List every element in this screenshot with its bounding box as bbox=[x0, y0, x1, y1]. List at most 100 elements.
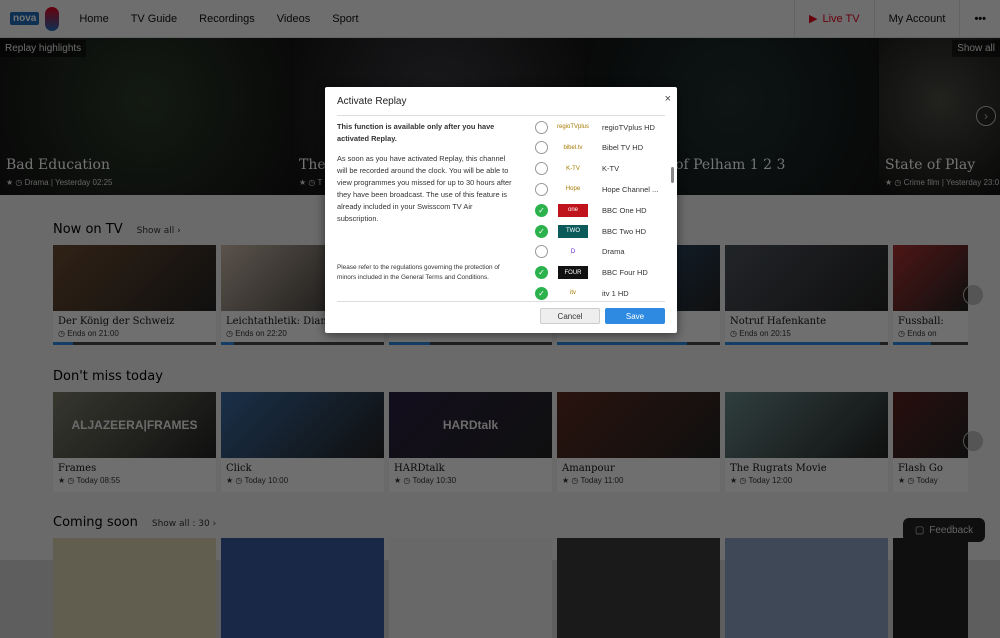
unchecked-radio[interactable] bbox=[535, 120, 548, 134]
unchecked-radio[interactable] bbox=[535, 245, 548, 259]
card-thumbnail bbox=[221, 392, 384, 458]
channel-name: regioTVplus HD bbox=[602, 122, 655, 132]
channel-logo: K-TV bbox=[566, 165, 580, 172]
feedback-label: Feedback bbox=[929, 524, 974, 536]
progress-bar bbox=[389, 342, 552, 345]
card-meta: ◷ Ends on bbox=[898, 329, 937, 338]
now-on-tv-next-arrow-icon[interactable]: › bbox=[963, 285, 983, 305]
now_on_tv-card[interactable]: Der König der Schweiz ◷ Ends on 21:00 bbox=[53, 245, 216, 345]
checked-icon[interactable]: ✓ bbox=[535, 266, 548, 280]
now-on-tv-show-all[interactable]: Show all › bbox=[137, 226, 181, 236]
unchecked-radio[interactable] bbox=[535, 141, 548, 155]
save-button[interactable]: Save bbox=[605, 308, 665, 324]
hero-item-meta: ★ ◷ Crime film | Yesterday 23:0 bbox=[885, 178, 1000, 187]
nova-logo: nova bbox=[10, 12, 40, 25]
body-text: As soon as you have activated Replay, th… bbox=[337, 154, 512, 223]
play-icon: ▶ bbox=[809, 13, 818, 25]
dont_miss-card[interactable]: ALJAZEERA|FRAMES Frames ★ ◷ Today 08:55 bbox=[53, 392, 216, 492]
channel-row[interactable]: ✓ one BBC One HD bbox=[535, 202, 647, 218]
card-meta: ★ ◷ Today 08:55 bbox=[58, 476, 121, 485]
card-title: HARDtalk bbox=[394, 463, 445, 474]
thumbnail-caption: HARDtalk bbox=[442, 418, 499, 432]
nav-tv-guide[interactable]: TV Guide bbox=[131, 13, 177, 25]
dont_miss-card[interactable]: Amanpour ★ ◷ Today 11:00 bbox=[557, 392, 720, 492]
checked-icon[interactable]: ✓ bbox=[535, 224, 548, 238]
card-meta: ◷ Ends on 20:15 bbox=[730, 329, 791, 338]
logo[interactable]: nova bbox=[10, 6, 60, 31]
now_on_tv-card[interactable]: Notruf Hafenkante ◷ Ends on 20:15 bbox=[725, 245, 888, 345]
checked-icon[interactable]: ✓ bbox=[535, 203, 548, 217]
channel-row[interactable]: ✓ TWO BBC Two HD bbox=[535, 223, 646, 239]
card-title: Der König der Schweiz bbox=[58, 316, 175, 327]
hero-show-all-link[interactable]: Show all bbox=[952, 40, 1000, 57]
channel-row[interactable]: D Drama bbox=[535, 244, 625, 260]
now_on_tv-card[interactable]: Fussball: ◷ Ends on bbox=[893, 245, 968, 345]
card-thumbnail bbox=[893, 392, 968, 458]
nav-videos[interactable]: Videos bbox=[277, 13, 310, 25]
coming-soon-card[interactable] bbox=[389, 538, 552, 638]
channel-row[interactable]: ✓ itv itv 1 HD bbox=[535, 285, 629, 301]
nav-recordings[interactable]: Recordings bbox=[199, 13, 255, 25]
chat-bubble-icon: ▢ bbox=[914, 524, 925, 536]
nav-sport[interactable]: Sport bbox=[332, 13, 358, 25]
dont_miss-card[interactable]: HARDtalk HARDtalk ★ ◷ Today 10:30 bbox=[389, 392, 552, 492]
coming-soon-title: Coming soon bbox=[53, 515, 138, 530]
hero-item[interactable]: Bad Education ★ ◷ Drama | Yesterday 02:25 bbox=[0, 38, 292, 195]
card-title: The Rugrats Movie bbox=[730, 463, 827, 474]
channel-row[interactable]: regioTVplus regioTVplus HD bbox=[535, 119, 655, 135]
activate-replay-dialog: Activate Replay × This function is avail… bbox=[325, 87, 677, 333]
checked-icon[interactable]: ✓ bbox=[535, 286, 548, 300]
swisscom-logo-icon bbox=[45, 6, 60, 31]
dont_miss-card[interactable]: Click ★ ◷ Today 10:00 bbox=[221, 392, 384, 492]
card-title: Frames bbox=[58, 463, 97, 474]
replay-highlights-label: Replay highlights bbox=[0, 40, 87, 57]
channel-logo: Hope bbox=[565, 186, 581, 193]
card-thumbnail bbox=[557, 392, 720, 458]
channel-name: Hope Channel ... bbox=[602, 184, 659, 194]
top-nav: nova Home TV Guide Recordings Videos Spo… bbox=[0, 0, 1000, 38]
coming-soon-card[interactable] bbox=[893, 538, 968, 638]
channel-row[interactable]: ✓ FOUR BBC Four HD bbox=[535, 265, 648, 281]
now-on-tv-title: Now on TV bbox=[53, 222, 123, 237]
dont_miss-card[interactable]: Flash Go ★ ◷ Today bbox=[893, 392, 968, 492]
unchecked-radio[interactable] bbox=[535, 182, 548, 196]
progress-fill bbox=[53, 342, 73, 345]
hero-next-arrow-icon[interactable]: › bbox=[976, 106, 996, 126]
dont-miss-next-arrow-icon[interactable]: › bbox=[963, 431, 983, 451]
card-thumbnail bbox=[725, 245, 888, 311]
channel-logo: regioTVplus bbox=[557, 124, 590, 130]
nav-home[interactable]: Home bbox=[79, 13, 108, 25]
progress-bar bbox=[53, 342, 216, 345]
live-tv-button[interactable]: ▶ Live TV bbox=[794, 0, 874, 37]
dont_miss-card[interactable]: The Rugrats Movie ★ ◷ Today 12:00 bbox=[725, 392, 888, 492]
close-icon[interactable]: × bbox=[665, 93, 671, 105]
channel-name: BBC Four HD bbox=[602, 268, 648, 278]
channel-name: BBC One HD bbox=[602, 205, 647, 215]
channel-logo: bibel.tv bbox=[563, 144, 583, 151]
divider bbox=[337, 301, 665, 302]
coming-soon-card[interactable] bbox=[725, 538, 888, 638]
coming-soon-card[interactable] bbox=[221, 538, 384, 638]
dialog-title: Activate Replay bbox=[337, 96, 407, 107]
channel-row[interactable]: K-TV K-TV bbox=[535, 161, 619, 177]
coming-soon-card[interactable] bbox=[53, 538, 216, 638]
card-meta: ★ ◷ Today 10:00 bbox=[226, 476, 289, 485]
cancel-button[interactable]: Cancel bbox=[540, 308, 600, 324]
coming-soon-row bbox=[53, 538, 968, 638]
card-title: Notruf Hafenkante bbox=[730, 316, 827, 327]
card-meta: ★ ◷ Today 10:30 bbox=[394, 476, 457, 485]
coming-soon-heading: Coming soon Show all : 30 › bbox=[53, 515, 216, 530]
channel-list-scrollbar[interactable] bbox=[671, 167, 674, 183]
feedback-button[interactable]: ▢ Feedback bbox=[903, 518, 985, 542]
hero-item-title: The bbox=[299, 157, 326, 173]
channel-name: K-TV bbox=[602, 164, 620, 174]
my-account-button[interactable]: My Account bbox=[873, 0, 960, 37]
card-meta: ★ ◷ Today 11:00 bbox=[562, 476, 624, 485]
more-menu-button[interactable]: ••• bbox=[959, 0, 1000, 37]
channel-row[interactable]: Hope Hope Channel ... bbox=[535, 181, 658, 197]
coming-soon-show-all[interactable]: Show all : 30 › bbox=[152, 519, 216, 529]
unchecked-radio[interactable] bbox=[535, 162, 548, 176]
channel-logo: one bbox=[558, 203, 588, 217]
channel-row[interactable]: bibel.tv Bibel TV HD bbox=[535, 140, 643, 156]
coming-soon-card[interactable] bbox=[557, 538, 720, 638]
